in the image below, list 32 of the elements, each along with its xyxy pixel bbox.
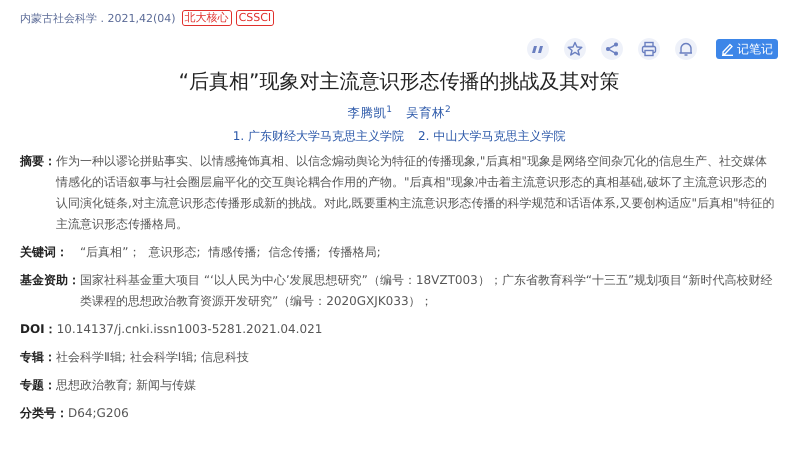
take-notes-button[interactable]: 记笔记 [716,39,778,59]
field-value: 10.14137/j.cnki.issn1003-5281.2021.04.021 [56,321,322,338]
field-value: 作为一种以谬论拼贴事实、以情感掩饰真相、以信念煽动舆论为特征的传播现象,"后真相"现象是网络空间杂冗化的信息生产、社交媒体情感化的话语叙事与社会圈层扁平化的交互舆论耦合作用的产物。"后真相"现象冲击着主流意识形态的真相基础,破坏了主流意识形态的认同演化链条,对主流意识形态传播形成新的挑战。对此,既要重构主流意识形态传播的科学规范和话语体系,又要创构适应"后真相"特征的主流意识形态传播格局。 [56,153,776,234]
author-link[interactable]: 李腾凯$^{1}$ [347,105,392,122]
share-icon[interactable] [601,38,623,60]
keyword-link[interactable]: 传播格局; [328,242,381,264]
field-label: 专题： [20,377,56,394]
field-label: 关键词： [20,244,68,262]
index-tag: 北大核心 [182,10,232,26]
field-value: 国家社科基金重大项目 “‘以人民为中心’发展思想研究”（编号：18VZT003）；广东省教育科学“十三五”规划项目“新时代高校财经类课程的思想政治教育资源开发研究”（编号：2020GXJK033）； [80,272,774,310]
author-link[interactable]: 吴育林$^{2}$ [406,105,451,122]
bell-icon[interactable] [675,38,697,60]
pencil-icon [721,42,734,56]
print-icon[interactable] [638,38,660,60]
field-value: 社会科学Ⅱ辑; 社会科学Ⅰ辑; 信息科技 [56,349,250,366]
keyword-link[interactable]: “后真相”； [80,242,140,264]
index-tag: CSSCI [236,10,274,26]
field-value: 思想政治教育; 新闻与传媒 [56,377,196,394]
field-label: DOI： [20,321,57,338]
keyword-link[interactable]: 情感传播; [208,242,261,264]
keyword-link[interactable]: 意识形态; [148,242,200,264]
field-label: 摘要： [20,153,56,170]
journal-info: 内蒙古社会科学 . 2021,42(04) [20,10,176,26]
affiliation-link[interactable]: 2. 中山大学马克思主义学院 [418,128,566,146]
article-title: “后真相”现象对主流意识形态传播的挑战及其对策 [178,68,620,95]
affiliation-link[interactable]: 1. 广东财经大学马克思主义学院 [232,128,404,146]
field-value: D64;G206 [68,405,129,422]
quote-icon[interactable] [527,38,549,60]
field-label: 分类号： [20,405,68,422]
field-label: 基金资助： [20,272,80,290]
keyword-link[interactable]: 信念传播; [268,242,321,264]
field-label: 专辑： [20,349,56,366]
